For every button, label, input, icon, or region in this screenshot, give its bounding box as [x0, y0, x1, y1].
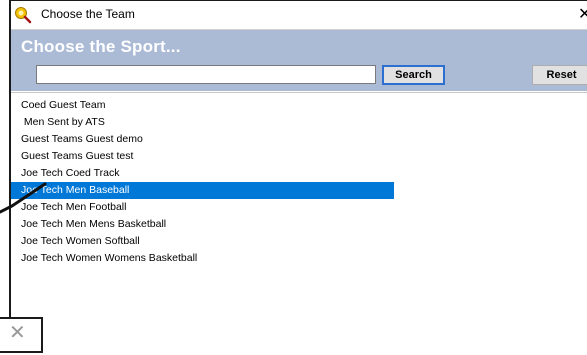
- list-item[interactable]: Joe Tech Women Softball: [11, 233, 392, 250]
- team-list-items: Coed Guest Team Men Sent by ATS Guest Tea…: [11, 93, 587, 267]
- popup-close-icon[interactable]: ✕: [9, 323, 26, 343]
- list-item[interactable]: Guest Teams Guest test: [11, 148, 392, 165]
- list-item[interactable]: Coed Guest Team: [11, 97, 392, 114]
- search-input[interactable]: [36, 65, 376, 84]
- title-bar: Choose the Team ✕: [11, 1, 587, 30]
- list-item[interactable]: Guest Teams Guest demo: [11, 131, 392, 148]
- reset-button[interactable]: Reset: [532, 65, 587, 85]
- search-button[interactable]: Search: [382, 65, 445, 85]
- list-item[interactable]: Joe Tech Men Mens Basketball: [11, 216, 392, 233]
- choose-team-window: Choose the Team ✕ Choose the Sport... Se…: [9, 0, 587, 355]
- page-title: Choose the Sport...: [21, 37, 181, 56]
- list-item[interactable]: Joe Tech Men Football: [11, 199, 392, 216]
- list-item[interactable]: Joe Tech Men Baseball: [11, 182, 394, 199]
- header-band: Choose the Sport... Search Reset: [11, 30, 587, 91]
- window-title: Choose the Team: [41, 7, 135, 21]
- list-item[interactable]: Joe Tech Coed Track: [11, 165, 392, 182]
- close-icon[interactable]: ✕: [578, 4, 587, 24]
- list-item[interactable]: Men Sent by ATS: [11, 114, 392, 131]
- popup-box: ✕: [0, 317, 43, 353]
- list-item[interactable]: Joe Tech Women Womens Basketball: [11, 250, 392, 267]
- app-icon: [14, 6, 32, 24]
- team-list[interactable]: Coed Guest Team Men Sent by ATS Guest Tea…: [11, 92, 587, 355]
